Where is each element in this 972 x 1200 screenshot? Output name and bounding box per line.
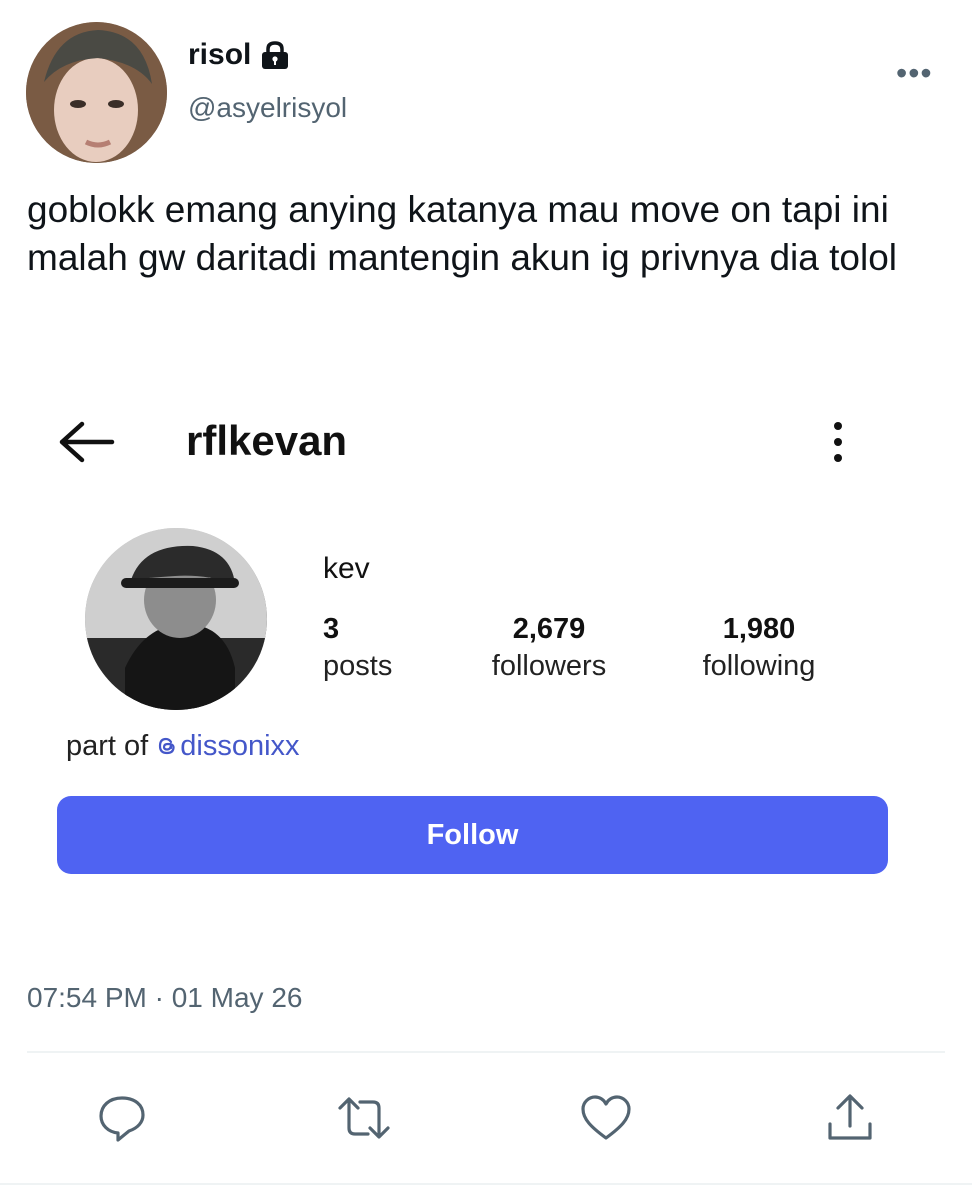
- following-label: following: [702, 650, 816, 682]
- following-count: 1,980: [722, 613, 796, 645]
- divider: [27, 1051, 945, 1053]
- tweet-text: goblokk emang anying katanya mau move on…: [27, 189, 898, 278]
- ig-profile-name: kev: [323, 552, 370, 585]
- ig-profile-username: rflkevan: [186, 417, 348, 464]
- avatar-photo: [26, 22, 167, 163]
- more-vertical-icon: [834, 422, 842, 462]
- bio-prefix: part of: [66, 730, 157, 762]
- like-button[interactable]: [578, 1090, 634, 1146]
- ig-stat-posts: 3 posts: [323, 613, 392, 683]
- back-arrow-icon: [59, 421, 115, 463]
- retweet-button[interactable]: [336, 1090, 392, 1146]
- like-icon: [581, 1095, 631, 1140]
- bio-mention-link: dissonixx: [156, 730, 300, 762]
- share-icon: [828, 1094, 872, 1140]
- retweet-icon: [338, 1097, 390, 1139]
- reply-button[interactable]: [94, 1090, 150, 1146]
- share-button[interactable]: [822, 1090, 878, 1146]
- bio-mention-text: dissonixx: [180, 730, 300, 762]
- ig-follow-button: Follow: [57, 796, 888, 874]
- threads-icon: [159, 737, 175, 755]
- ig-stat-following: 1,980 following: [694, 613, 824, 683]
- author-display-name[interactable]: risol: [188, 38, 251, 72]
- posts-label: posts: [323, 650, 393, 682]
- ig-profile-avatar: [85, 528, 267, 710]
- ig-avatar-photo: [85, 528, 267, 710]
- author-handle[interactable]: @asyelrisyol: [188, 92, 347, 124]
- tweet-timestamp[interactable]: 07:54 PM · 01 May 26: [27, 982, 302, 1014]
- reply-icon: [99, 1096, 145, 1142]
- author-display-name-row[interactable]: risol: [188, 38, 291, 72]
- followers-label: followers: [491, 650, 607, 682]
- ig-stat-followers: 2,679 followers: [484, 613, 614, 683]
- lock-icon: [262, 41, 289, 69]
- posts-count: 3: [323, 613, 340, 645]
- author-avatar[interactable]: [26, 22, 167, 163]
- ig-bio: part of dissonixx: [66, 730, 300, 763]
- followers-count: 2,679: [512, 613, 586, 645]
- bottom-divider: [0, 1183, 972, 1185]
- more-horizontal-icon[interactable]: •••: [896, 55, 933, 92]
